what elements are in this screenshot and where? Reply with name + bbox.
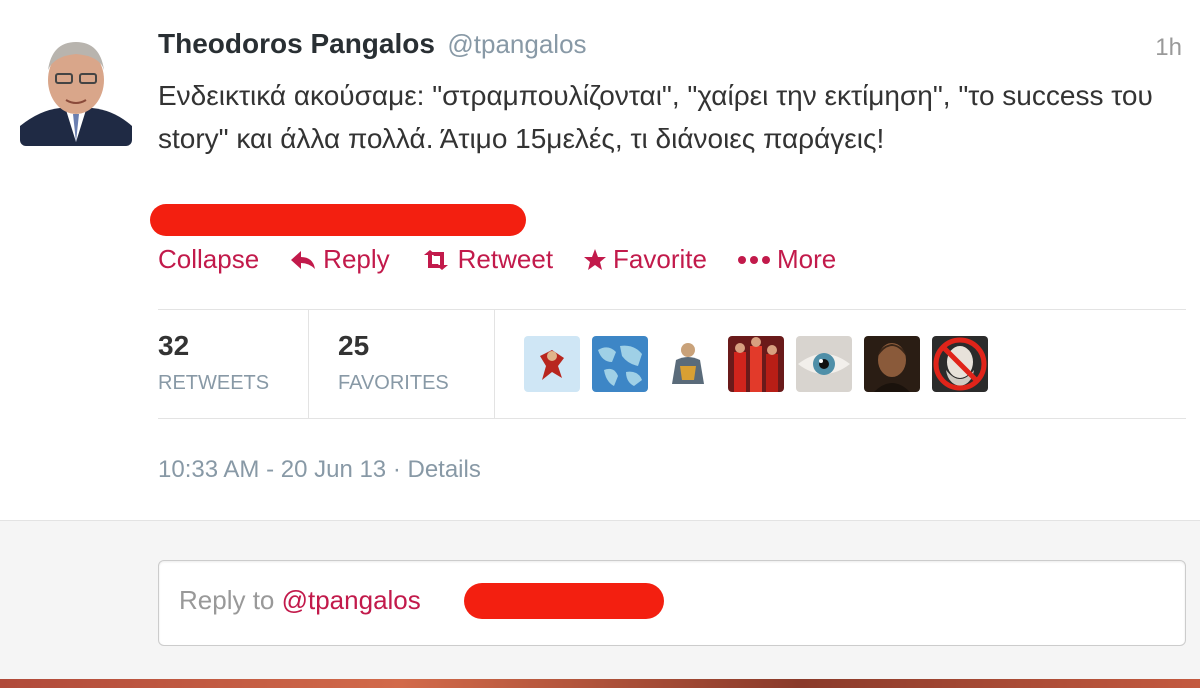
world-map-avatar[interactable]: [592, 336, 648, 392]
retweet-label: Retweet: [457, 244, 554, 274]
collapse-button[interactable]: Collapse: [158, 244, 259, 275]
retweet-icon: [420, 249, 452, 271]
retweets-label: RETWEETS: [158, 372, 270, 394]
stat-separator: [308, 310, 309, 418]
favorites-stat[interactable]: 25 FAVORITES: [338, 310, 488, 418]
favorite-label: Favorite: [613, 244, 707, 274]
reply-button[interactable]: Reply: [289, 244, 390, 275]
reply-area: Reply to @tpangalos: [0, 521, 1200, 679]
background-strip: [0, 679, 1200, 688]
eye-avatar[interactable]: [796, 336, 852, 392]
tweet-actions: Collapse Reply Retweet Favorite More: [158, 244, 836, 275]
more-button[interactable]: More: [737, 244, 836, 275]
divider: [158, 418, 1186, 419]
redaction-mark: [464, 583, 664, 619]
star-icon: [583, 248, 607, 272]
retweets-count: 32: [158, 330, 190, 361]
author-name[interactable]: Theodoros Pangalos: [158, 28, 435, 59]
more-dots-icon: [737, 255, 771, 265]
author-screen-name[interactable]: @tpangalos: [447, 29, 586, 59]
favorites-count: 25: [338, 330, 370, 361]
collapse-label: Collapse: [158, 244, 260, 274]
favorite-button[interactable]: Favorite: [583, 244, 707, 275]
tweet-timestamp: 10:33 AM - 20 Jun 13 · Details: [158, 456, 481, 484]
favorites-label: FAVORITES: [338, 372, 449, 394]
reply-mention: @tpangalos: [281, 585, 421, 615]
details-link[interactable]: Details: [407, 456, 480, 483]
more-label: More: [776, 244, 837, 274]
favoriters-avatars: [524, 336, 988, 392]
portrait-avatar[interactable]: [864, 336, 920, 392]
timestamp-separator: ·: [386, 456, 408, 483]
retweets-stat[interactable]: 32 RETWEETS: [158, 310, 308, 418]
figure-avatar[interactable]: [660, 336, 716, 392]
retweet-button[interactable]: Retweet: [420, 244, 553, 275]
reply-input[interactable]: Reply to @tpangalos: [158, 560, 1186, 646]
tweet-text: Ενδεικτικά ακούσαμε: "στραμπουλίζονται",…: [158, 80, 1153, 154]
tweet-datetime[interactable]: 10:33 AM - 20 Jun 13: [158, 456, 386, 483]
reply-placeholder: Reply to @tpangalos: [179, 585, 421, 616]
cartoon-character-avatar[interactable]: [524, 336, 580, 392]
redaction-mark: [150, 204, 526, 236]
tweet-header: Theodoros Pangalos @tpangalos: [158, 28, 587, 60]
reply-label: Reply: [323, 244, 390, 274]
crossed-out-portrait-avatar[interactable]: [932, 336, 988, 392]
reply-icon: [289, 249, 317, 271]
tweet-card: Theodoros Pangalos @tpangalos 1h Ενδεικτ…: [0, 0, 1200, 521]
tweet-stats: 32 RETWEETS 25 FAVORITES: [158, 310, 1186, 418]
reply-placeholder-prefix: Reply to: [179, 585, 282, 615]
stat-separator: [494, 310, 495, 418]
red-crowd-avatar[interactable]: [728, 336, 784, 392]
author-avatar[interactable]: [20, 30, 132, 146]
tweet-time-ago[interactable]: 1h: [1155, 34, 1182, 62]
